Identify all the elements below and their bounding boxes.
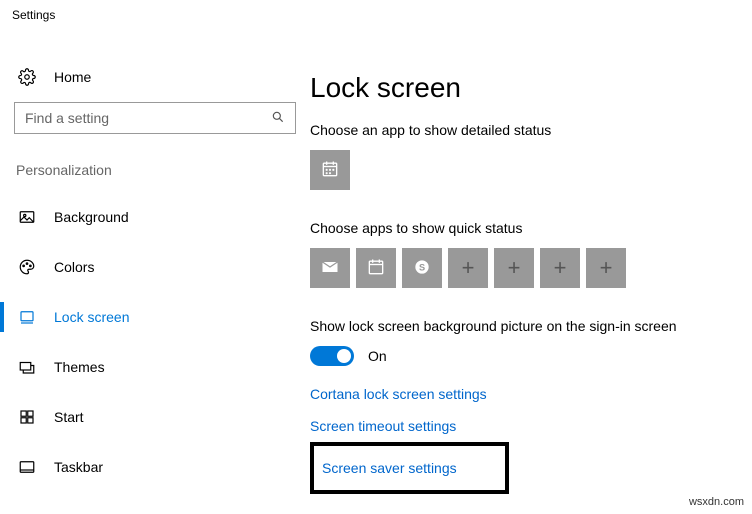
quick-status-tile-add-2[interactable]: + <box>494 248 534 288</box>
start-icon <box>18 408 36 426</box>
main-content: Lock screen Choose an app to show detail… <box>310 30 752 514</box>
detailed-status-heading: Choose an app to show detailed status <box>310 122 752 138</box>
sidebar-item-background[interactable]: Background <box>14 196 310 238</box>
section-label: Personalization <box>14 162 310 178</box>
sidebar-item-label: Colors <box>54 259 94 275</box>
sidebar-item-label: Start <box>54 409 84 425</box>
sidebar-item-label: Taskbar <box>54 459 103 475</box>
sidebar-item-label: Lock screen <box>54 309 129 325</box>
palette-icon <box>18 258 36 276</box>
picture-icon <box>18 208 36 226</box>
taskbar-icon <box>18 458 36 476</box>
sidebar-item-label: Background <box>54 209 129 225</box>
quick-status-tile-skype[interactable]: S <box>402 248 442 288</box>
signin-background-toggle[interactable] <box>310 346 354 366</box>
search-input[interactable] <box>25 110 271 126</box>
sidebar-item-themes[interactable]: Themes <box>14 346 310 388</box>
signin-background-label: Show lock screen background picture on t… <box>310 318 752 334</box>
quick-status-tile-add-3[interactable]: + <box>540 248 580 288</box>
search-icon <box>271 110 285 127</box>
watermark: wsxdn.com <box>689 496 744 508</box>
quick-status-tile-add-1[interactable]: + <box>448 248 488 288</box>
quick-status-tile-add-4[interactable]: + <box>586 248 626 288</box>
toggle-knob <box>337 349 351 363</box>
highlight-box: Screen saver settings <box>310 442 509 494</box>
mail-icon <box>320 257 340 280</box>
calendar-icon <box>320 159 340 182</box>
lock-screen-icon <box>18 308 36 326</box>
gear-icon <box>18 68 36 86</box>
sidebar-item-start[interactable]: Start <box>14 396 310 438</box>
quick-status-tile-mail[interactable] <box>310 248 350 288</box>
detailed-status-app-tile[interactable] <box>310 150 350 190</box>
plus-icon: + <box>554 257 567 279</box>
plus-icon: + <box>600 257 613 279</box>
quick-status-tile-calendar[interactable] <box>356 248 396 288</box>
search-box[interactable] <box>14 102 296 134</box>
sidebar-item-colors[interactable]: Colors <box>14 246 310 288</box>
toggle-state-label: On <box>368 348 387 364</box>
plus-icon: + <box>462 257 475 279</box>
page-title: Lock screen <box>310 72 752 104</box>
home-button[interactable]: Home <box>14 60 310 102</box>
sidebar-item-label: Themes <box>54 359 105 375</box>
window-title: Settings <box>0 0 752 30</box>
skype-icon: S <box>412 257 432 280</box>
calendar-icon <box>366 257 386 280</box>
quick-status-heading: Choose apps to show quick status <box>310 220 752 236</box>
screen-saver-link[interactable]: Screen saver settings <box>322 460 457 476</box>
plus-icon: + <box>508 257 521 279</box>
themes-icon <box>18 358 36 376</box>
sidebar: Home Personalization Background Colors <box>0 30 310 514</box>
cortana-lock-screen-link[interactable]: Cortana lock screen settings <box>310 386 752 402</box>
sidebar-item-taskbar[interactable]: Taskbar <box>14 446 310 488</box>
svg-text:S: S <box>419 262 425 272</box>
home-label: Home <box>54 69 91 85</box>
screen-timeout-link[interactable]: Screen timeout settings <box>310 418 752 434</box>
sidebar-item-lock-screen[interactable]: Lock screen <box>14 296 310 338</box>
